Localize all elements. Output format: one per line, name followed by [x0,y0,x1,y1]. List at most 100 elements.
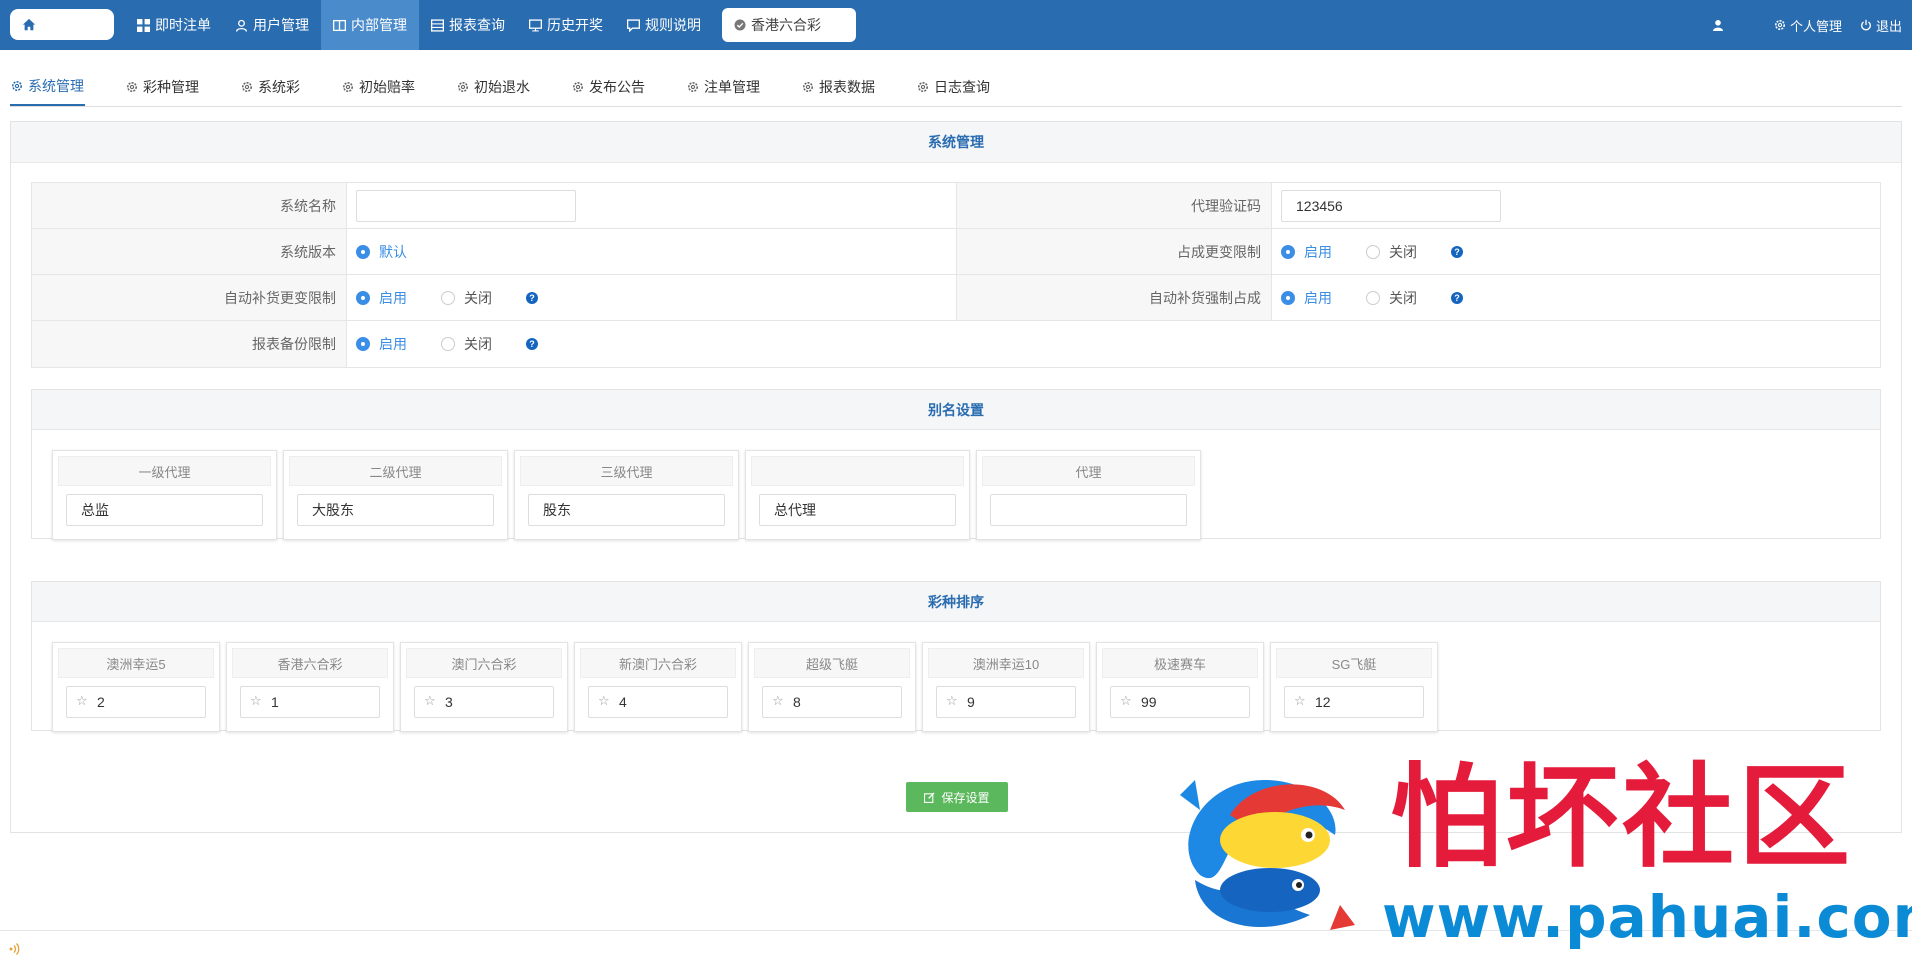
subtab-1[interactable]: 彩种管理 [125,68,200,106]
alias-input[interactable] [66,494,263,526]
subtab-label: 发布公告 [589,79,645,95]
nav-item-reports[interactable]: 报表查询 [419,0,517,50]
subtab-6[interactable]: 注单管理 [686,68,761,106]
system-name-label: 系统名称 [32,183,347,228]
alias-input[interactable] [759,494,956,526]
save-label: 保存设置 [941,790,990,805]
share-limit-enable-radio[interactable]: 启用 [1281,242,1332,262]
alias-title: 别名设置 [32,390,1880,430]
user-menu: 个人管理 退出 [1712,0,1902,50]
sort-card-label: 澳门六合彩 [406,648,562,678]
subtab-label: 系统彩 [258,79,300,95]
star-icon: ☆ [250,693,262,708]
auto-fill-label: 自动补货更变限制 [32,275,347,320]
auto-fill-force-enable-radio[interactable]: 启用 [1281,288,1332,308]
nav-label: 规则说明 [645,17,701,33]
tab-hk-lottery[interactable]: 香港六合彩 [722,8,856,42]
nav-label: 报表查询 [449,17,505,33]
alias-card-label: 三级代理 [520,456,733,486]
alias-input[interactable] [297,494,494,526]
alias-card: 二级代理 [283,450,508,540]
gear-icon [127,82,137,92]
sort-section: 彩种排序 澳洲幸运5☆香港六合彩☆澳门六合彩☆新澳门六合彩☆超级飞艇☆澳洲幸运1… [31,581,1881,732]
radio-label: 关闭 [1389,243,1417,260]
sort-card: 澳门六合彩 ☆ [400,642,568,732]
nav-item-rules[interactable]: 规则说明 [615,0,713,50]
message-icon [627,18,640,32]
subtab-label: 初始退水 [474,79,530,95]
account-button[interactable] [1712,19,1756,31]
alias-input[interactable] [990,494,1187,526]
nav-label: 即时注单 [155,17,211,33]
subtab-label: 日志查询 [934,79,990,95]
nav-item-live-bets[interactable]: 即时注单 [125,0,223,50]
subtab-label: 初始赔率 [359,79,415,95]
grid-icon [137,18,150,32]
subtab-4[interactable]: 初始退水 [456,68,531,106]
auto-fill-force-disable-radio[interactable]: 关闭 [1366,288,1417,308]
agent-code-input[interactable] [1281,189,1501,222]
main-nav: 即时注单 用户管理 内部管理 报表查询 历史开奖 规则说明 [125,0,713,50]
sound-icon[interactable] [8,942,22,956]
subtab-label: 注单管理 [704,79,760,95]
star-icon: ☆ [946,693,958,708]
radio-label: 关闭 [464,289,492,306]
alias-cards: 一级代理二级代理三级代理 代理 [52,450,1201,540]
help-icon[interactable]: ? [526,291,538,304]
help-icon[interactable]: ? [526,338,538,350]
share-limit-disable-radio[interactable]: 关闭 [1366,242,1417,262]
sort-title: 彩种排序 [32,582,1880,622]
version-default-radio[interactable]: 默认 [356,242,407,262]
gear-icon [803,82,813,92]
save-settings-button[interactable]: 保存设置 [906,782,1008,812]
alias-card [745,450,970,540]
radio-label: 启用 [379,289,407,306]
logout-button[interactable]: 退出 [1860,16,1902,35]
auto-fill-enable-radio[interactable]: 启用 [356,288,407,308]
help-icon[interactable]: ? [1451,245,1463,258]
system-name-input[interactable] [356,189,576,222]
personal-settings-button[interactable]: 个人管理 [1774,16,1842,35]
help-icon[interactable]: ? [1451,291,1463,304]
user-icon [235,19,248,32]
subtab-2[interactable]: 系统彩 [240,68,301,106]
home-button[interactable] [10,9,114,40]
radio-label: 关闭 [464,336,492,352]
nav-item-internal[interactable]: 内部管理 [321,0,419,50]
alias-card-label: 代理 [982,456,1195,486]
form-row: 系统名称 代理验证码 [32,183,1880,229]
nav-item-users[interactable]: 用户管理 [223,0,321,50]
auto-fill-disable-radio[interactable]: 关闭 [441,288,492,308]
report-backup-enable-radio[interactable]: 启用 [356,334,407,354]
radio-label: 启用 [1304,243,1332,260]
alias-card-label [751,456,964,486]
panel-title: 系统管理 [11,122,1901,163]
gear-icon [458,82,468,92]
gear-icon [918,82,928,92]
alias-card: 一级代理 [52,450,277,540]
gear-icon [242,82,252,92]
sub-tabs: 系统管理 彩种管理 系统彩 初始赔率 初始退水 发布公告 注单管理 报表数据 日志查询 [10,68,1902,107]
book-icon [333,19,346,31]
nav-item-history[interactable]: 历史开奖 [517,0,615,50]
agent-code-label: 代理验证码 [957,183,1272,228]
sort-card: SG飞艇 ☆ [1270,642,1438,732]
star-icon: ☆ [76,693,88,708]
nav-label: 内部管理 [351,17,407,33]
report-backup-disable-radio[interactable]: 关闭 [441,334,492,354]
edit-icon [924,791,936,803]
alias-input[interactable] [528,494,725,526]
subtab-0[interactable]: 系统管理 [10,68,85,106]
gear-icon [12,81,22,91]
star-icon: ☆ [772,693,784,708]
alias-section: 别名设置 一级代理二级代理三级代理 代理 [31,389,1881,540]
form-row: 自动补货更变限制 启用 关闭 ? 自动补货强制占成 启用 关闭 ? [32,275,1880,321]
subtab-3[interactable]: 初始赔率 [341,68,416,106]
subtab-7[interactable]: 报表数据 [801,68,876,106]
form-row: 报表备份限制 启用 关闭 ? [32,321,1880,367]
subtab-5[interactable]: 发布公告 [571,68,646,106]
subtab-8[interactable]: 日志查询 [916,68,991,106]
system-settings-panel: 系统管理 系统名称 代理验证码 系统版本 默认 占成更变限制 启用 [10,121,1902,833]
alias-card: 代理 [976,450,1201,540]
sort-card-label: 澳洲幸运10 [928,648,1084,678]
